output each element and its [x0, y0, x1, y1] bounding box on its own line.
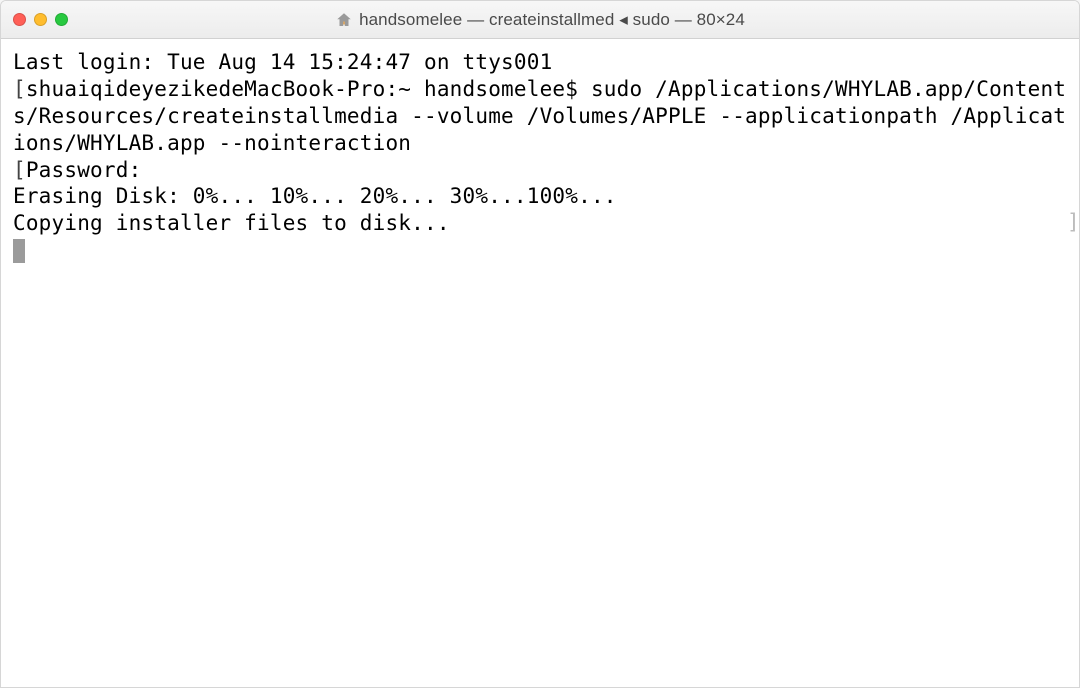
minimize-button[interactable]	[34, 13, 47, 26]
scrollbar-hint: ]	[1067, 209, 1073, 231]
erasing-line: Erasing Disk: 0%... 10%... 20%... 30%...…	[13, 184, 617, 208]
terminal-window: handsomelee — createinstallmed ◂ sudo — …	[0, 0, 1080, 688]
prompt-open-bracket: [	[13, 77, 26, 101]
title-wrap: handsomelee — createinstallmed ◂ sudo — …	[1, 10, 1079, 30]
zoom-button[interactable]	[55, 13, 68, 26]
window-title: handsomelee — createinstallmed ◂ sudo — …	[359, 10, 745, 30]
home-icon	[335, 11, 353, 29]
traffic-lights	[13, 13, 68, 26]
password-open-bracket: [	[13, 158, 26, 182]
terminal-cursor	[13, 239, 25, 263]
password-prompt: Password:	[26, 158, 142, 182]
copying-line: Copying installer files to disk...	[13, 211, 450, 235]
close-button[interactable]	[13, 13, 26, 26]
titlebar[interactable]: handsomelee — createinstallmed ◂ sudo — …	[1, 1, 1079, 39]
last-login-line: Last login: Tue Aug 14 15:24:47 on ttys0…	[13, 50, 552, 74]
shell-prompt: shuaiqideyezikedeMacBook-Pro:~ handsomel…	[26, 77, 591, 101]
terminal-body[interactable]: Last login: Tue Aug 14 15:24:47 on ttys0…	[1, 39, 1079, 687]
